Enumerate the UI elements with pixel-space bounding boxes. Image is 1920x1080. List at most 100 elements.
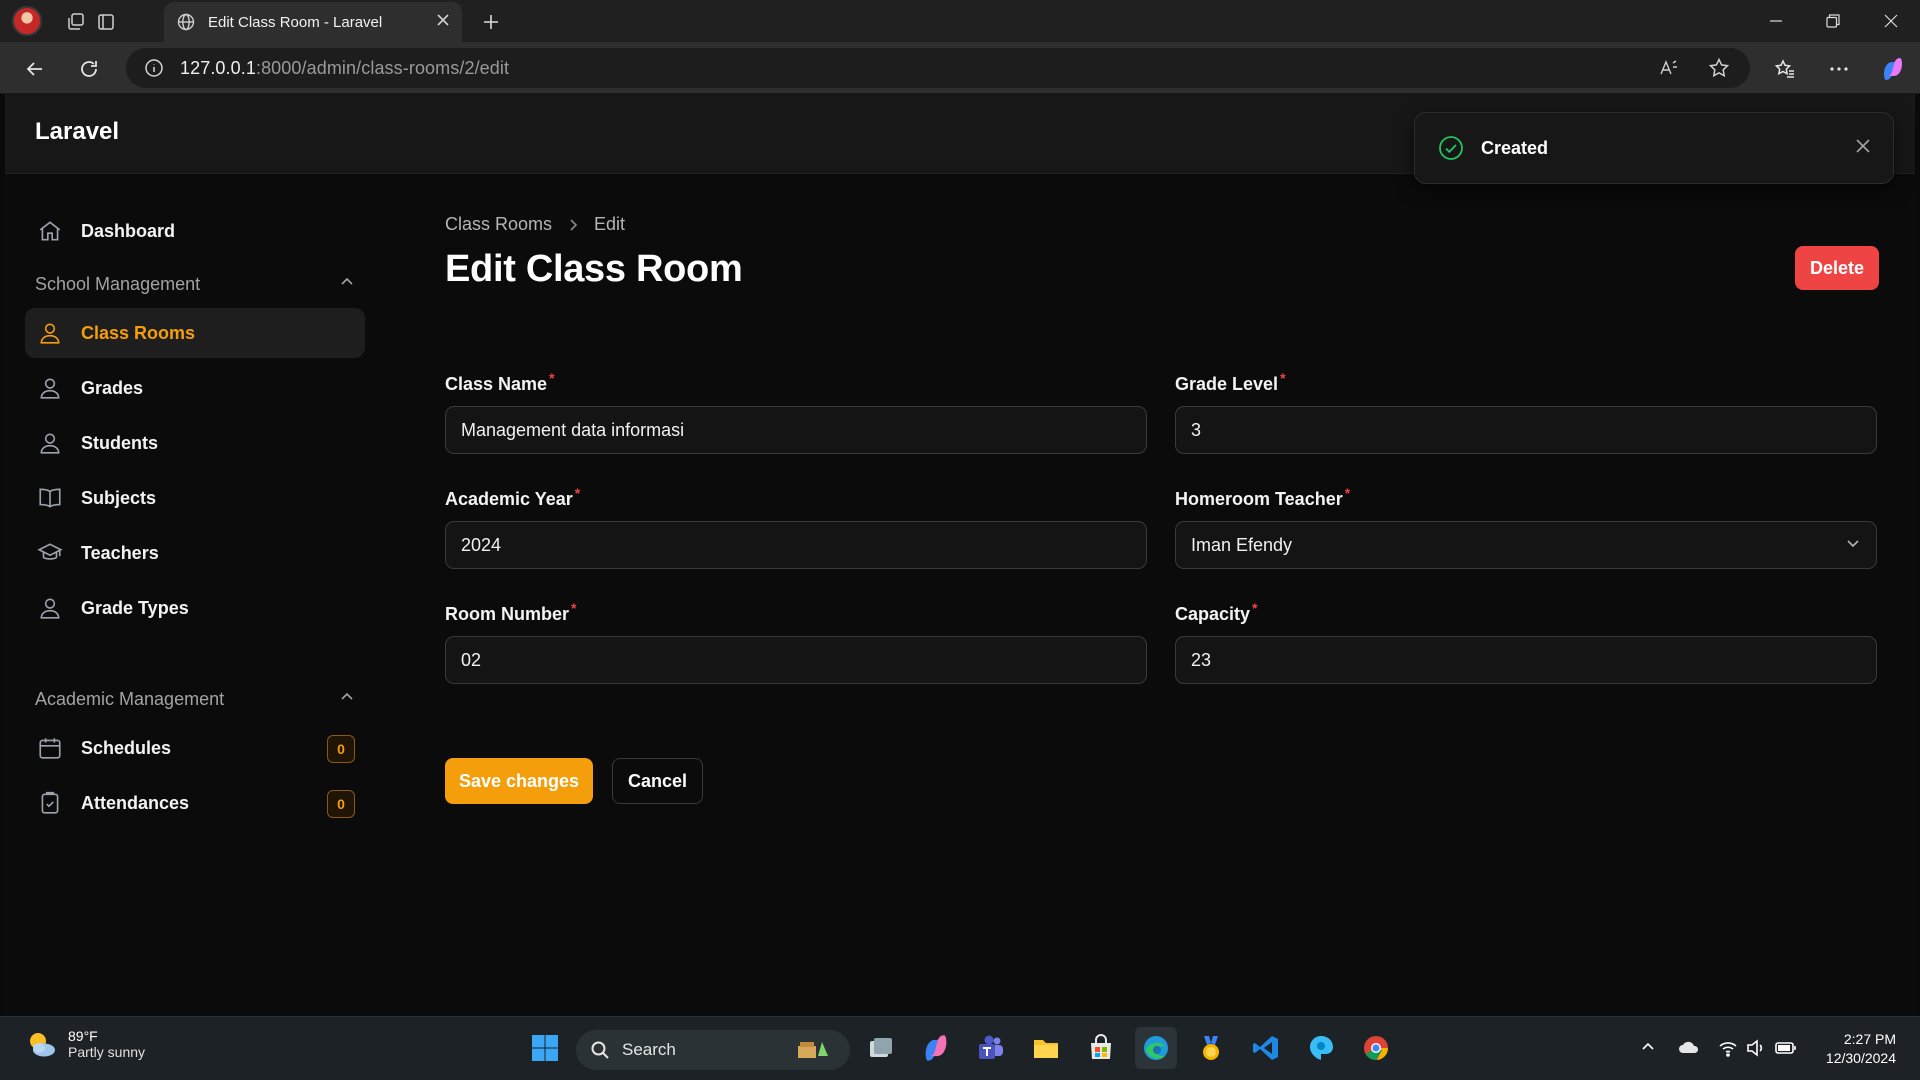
system-clock[interactable]: 2:27 PM 12/30/2024 [1810, 1030, 1896, 1068]
profile-avatar[interactable] [12, 6, 42, 36]
chevron-up-icon[interactable] [339, 689, 355, 710]
user-icon [37, 595, 63, 621]
show-hidden-icons-icon[interactable] [1640, 1039, 1656, 1060]
required-asterisk: * [1280, 370, 1286, 386]
required-asterisk: * [574, 485, 581, 501]
close-tab-icon[interactable] [436, 13, 450, 32]
vscode-icon[interactable] [1245, 1027, 1287, 1069]
book-icon [37, 485, 63, 511]
taskbar-search[interactable]: Search [576, 1030, 850, 1070]
count-badge: 0 [327, 735, 355, 763]
partly-sunny-icon [24, 1027, 58, 1061]
breadcrumb-edit: Edit [594, 214, 626, 234]
sidebar-item-class-rooms[interactable]: Class Rooms [25, 308, 365, 358]
grade-level-input[interactable]: 3 [1175, 406, 1877, 454]
weather-widget[interactable]: 89°F Partly sunny [24, 1027, 145, 1061]
sidebar-item-teachers[interactable]: Teachers [25, 528, 365, 578]
user-icon [37, 320, 63, 346]
group-school-management[interactable]: School Management [35, 274, 355, 295]
class-name-input[interactable]: Management data informasi [445, 406, 1147, 454]
academic-year-label: Academic Year * [445, 485, 581, 509]
start-icon[interactable] [524, 1027, 566, 1069]
onedrive-cloud-icon[interactable] [1678, 1039, 1700, 1060]
restore-icon[interactable] [1813, 6, 1853, 36]
close-toast-icon[interactable] [1855, 138, 1871, 159]
room-number-label: Room Number * [445, 600, 577, 624]
check-circle-icon [1437, 134, 1465, 162]
breadcrumb: Class Rooms Edit [445, 214, 625, 235]
favorites-icon[interactable] [1770, 54, 1800, 84]
edge-browser-icon[interactable] [1135, 1027, 1177, 1069]
chevron-up-icon[interactable] [339, 274, 355, 295]
homeroom-teacher-field: Homeroom Teacher * Iman Efendy [1175, 485, 1877, 569]
clock-time: 2:27 PM [1843, 1031, 1896, 1047]
search-highlight-icon [796, 1038, 836, 1062]
address-bar[interactable]: 127.0.0.1:8000/admin/class-rooms/2/edit [126, 48, 1750, 88]
required-asterisk: * [571, 600, 577, 616]
microsoft-store-icon[interactable] [1080, 1027, 1122, 1069]
delete-button[interactable]: Delete [1795, 246, 1879, 290]
grade-level-field: Grade Level * 3 [1175, 370, 1877, 454]
sidebar-item-label: Dashboard [81, 220, 176, 241]
minimize-icon[interactable] [1756, 6, 1796, 36]
sidebar-item-students[interactable]: Students [25, 418, 365, 468]
volume-icon[interactable] [1746, 1039, 1766, 1062]
sidebar-item-label: Class Rooms [81, 322, 196, 343]
user-icon [37, 430, 63, 456]
page-title: Edit Class Room [445, 248, 743, 290]
clock-date: 12/30/2024 [1825, 1050, 1896, 1066]
save-changes-button[interactable]: Save changes [445, 758, 593, 804]
more-options-icon[interactable] [1824, 54, 1854, 84]
group-academic-management[interactable]: Academic Management [35, 689, 355, 710]
edge-dev-icon[interactable] [1300, 1027, 1342, 1069]
site-info-icon[interactable] [144, 58, 164, 78]
sidebar-item-schedules[interactable]: Schedules 0 [25, 723, 365, 773]
teams-icon[interactable] [970, 1027, 1012, 1069]
tab-actions-icon[interactable] [92, 8, 120, 36]
room-number-input[interactable]: 02 [445, 636, 1147, 684]
browser-tab-active[interactable]: Edit Class Room - Laravel [164, 2, 462, 42]
chrome-icon[interactable] [1355, 1027, 1397, 1069]
wifi-icon[interactable] [1718, 1039, 1738, 1062]
new-tab-icon[interactable] [476, 8, 506, 36]
breadcrumb-class-rooms[interactable]: Class Rooms [445, 214, 552, 235]
back-icon[interactable] [20, 54, 50, 84]
homeroom-teacher-value: Iman Efendy [1191, 534, 1293, 555]
brand-logo[interactable]: Laravel [35, 118, 119, 146]
homeroom-teacher-select[interactable]: Iman Efendy [1175, 521, 1877, 569]
capacity-field: Capacity * 23 [1175, 600, 1877, 684]
sidebar-item-label: Attendances [81, 792, 190, 813]
capacity-input[interactable]: 23 [1175, 636, 1877, 684]
favorite-star-icon[interactable] [1708, 57, 1730, 84]
academic-year-field: Academic Year * 2024 [445, 485, 1147, 569]
battery-icon[interactable] [1774, 1039, 1798, 1062]
read-aloud-icon[interactable] [1658, 57, 1680, 84]
clipboard-check-icon [37, 790, 63, 816]
medal-app-icon[interactable] [1190, 1027, 1232, 1069]
capacity-label: Capacity * [1175, 600, 1258, 624]
refresh-icon[interactable] [74, 54, 104, 84]
sidebar-item-dashboard[interactable]: Dashboard [25, 206, 365, 256]
workspaces-icon[interactable] [62, 8, 90, 36]
sidebar-item-grades[interactable]: Grades [25, 363, 365, 413]
copilot-app-icon[interactable] [915, 1027, 957, 1069]
task-view-icon[interactable] [860, 1027, 902, 1069]
grade-level-label: Grade Level * [1175, 370, 1286, 394]
sidebar-item-attendances[interactable]: Attendances 0 [25, 778, 365, 828]
copilot-icon[interactable] [1878, 54, 1908, 84]
sidebar-item-label: Subjects [81, 487, 157, 508]
browser-toolbar: 127.0.0.1:8000/admin/class-rooms/2/edit [0, 42, 1920, 94]
academic-cap-icon [37, 540, 63, 566]
weather-temp: 89°F [68, 1028, 98, 1044]
sidebar-item-subjects[interactable]: Subjects [25, 473, 365, 523]
file-explorer-icon[interactable] [1025, 1027, 1067, 1069]
sidebar-item-grade-types[interactable]: Grade Types [25, 583, 365, 633]
sidebar-item-label: Grade Types [81, 597, 189, 618]
class-name-label: Class Name * [445, 370, 555, 394]
group-title: School Management [35, 274, 201, 294]
academic-year-input[interactable]: 2024 [445, 521, 1147, 569]
sidebar-item-label: Schedules [81, 737, 172, 758]
close-window-icon[interactable] [1871, 6, 1911, 36]
required-asterisk: * [1252, 600, 1258, 616]
cancel-button[interactable]: Cancel [612, 758, 703, 804]
